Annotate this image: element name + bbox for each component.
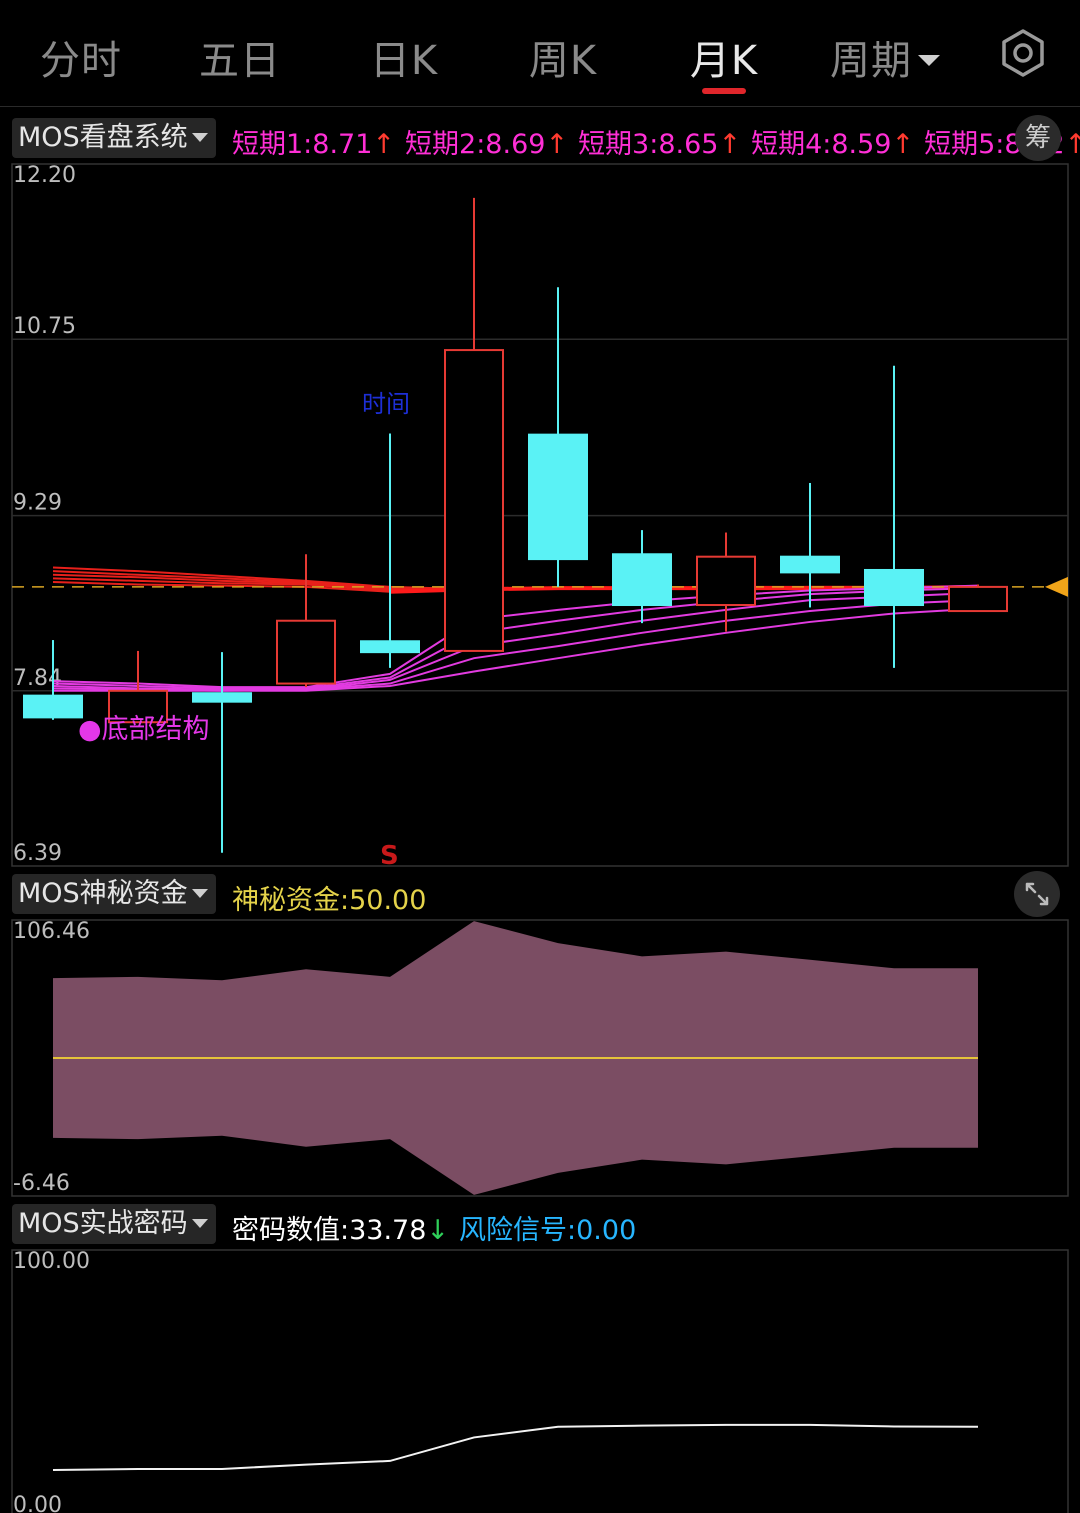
candle-body: [780, 555, 840, 574]
arrow-up-icon: ↑: [891, 129, 915, 160]
ma-line-短期3: [52, 591, 979, 691]
arrow-up-icon: ↑: [1064, 129, 1080, 160]
tab-period-dropdown[interactable]: 周期: [830, 28, 940, 86]
candle: [948, 584, 1008, 613]
legend-item: 短期3:8.65: [578, 129, 719, 160]
ma-line-短期2: [52, 587, 979, 690]
settings-icon[interactable]: [998, 28, 1048, 78]
candle-body: [528, 433, 588, 561]
y-tick-label: -6.46: [13, 1171, 70, 1196]
red-ma-line: [52, 577, 979, 592]
ma-line-短期1: [52, 584, 979, 689]
fund-chart-legend: 神秘资金:50.00: [232, 878, 438, 917]
y-tick-label: 7.84: [13, 666, 62, 691]
legend-item: 风险信号:0.00: [459, 1215, 637, 1246]
ma-line-短期4: [52, 599, 979, 692]
tab-five-day[interactable]: 五日: [199, 28, 281, 86]
y-tick-label: 6.39: [13, 841, 62, 866]
candle-body: [948, 585, 1008, 613]
candle-body: [23, 694, 83, 719]
y-tick-label: 9.29: [13, 491, 62, 516]
legend-item: 短期1:8.71: [232, 129, 373, 160]
tab-period-label: 周期: [830, 38, 912, 84]
indicator-name-main: MOS看盘系统: [18, 122, 188, 153]
red-ma-line: [52, 581, 979, 593]
code-value-line: [52, 1423, 979, 1472]
candle-body: [696, 555, 756, 607]
candle-body: [108, 689, 168, 724]
fund-area: [53, 921, 978, 1195]
tab-intraday[interactable]: 分时: [40, 28, 122, 86]
candle: [612, 530, 672, 624]
red-ma-line: [52, 570, 978, 590]
tab-monthly-k[interactable]: 月K: [690, 28, 758, 86]
red-ma-thick-line: [389, 584, 979, 594]
candle: [528, 287, 588, 587]
candle: [780, 482, 840, 608]
y-tick-label: 106.46: [13, 919, 90, 944]
code-chart-legend: 密码数值:33.78↓ 风险信号:0.00: [232, 1208, 648, 1247]
candle: [276, 554, 336, 688]
candle: [696, 532, 756, 632]
chevron-down-icon: [191, 132, 208, 142]
annotation-sell-signal: S: [380, 841, 399, 871]
current-price-marker-icon: [1045, 576, 1068, 597]
candle: [360, 433, 420, 668]
legend-item: 神秘资金:50.00: [232, 885, 427, 916]
candle: [108, 650, 168, 724]
legend-item: 短期2:8.69: [405, 129, 546, 160]
expand-icon: [1025, 882, 1049, 906]
arrow-up-icon: ↑: [372, 129, 396, 160]
red-ma-line: [52, 566, 978, 591]
candle: [192, 652, 252, 853]
code-chart-frame: [11, 1249, 1069, 1513]
legend-item: 短期4:8.59: [751, 129, 892, 160]
tab-daily-k[interactable]: 日K: [370, 28, 438, 86]
candle: [23, 640, 83, 720]
candle-body: [192, 692, 252, 703]
indicator-name-fund: MOS神秘资金: [18, 878, 188, 909]
candle-body: [612, 553, 672, 607]
chevron-down-icon: [191, 1218, 208, 1228]
period-tab-bar: 分时 五日 日K 周K 月K 周期: [0, 0, 1080, 107]
fund-chart-frame: [11, 919, 1069, 1197]
candle-body: [360, 640, 420, 654]
main-chart-frame: [11, 163, 1069, 867]
indicator-selector-fund[interactable]: MOS神秘资金: [12, 874, 216, 914]
indicator-selector-main[interactable]: MOS看盘系统: [12, 118, 216, 158]
candle-body: [276, 619, 336, 685]
indicator-name-code: MOS实战密码: [18, 1208, 188, 1239]
candle: [444, 197, 504, 652]
tab-weekly-k[interactable]: 周K: [529, 28, 597, 86]
chip-distribution-button[interactable]: 筹: [1015, 115, 1061, 161]
y-tick-label: 0.00: [13, 1493, 62, 1513]
red-ma-line: [52, 573, 978, 591]
candle-body: [864, 568, 924, 607]
arrow-down-icon: ↓: [426, 1215, 450, 1246]
chevron-down-icon: [191, 888, 208, 898]
y-tick-label: 12.20: [13, 163, 76, 188]
arrow-up-icon: ↑: [545, 129, 569, 160]
charts-canvas: 12.20 10.75 9.29 7.84 6.39 时间 ●底部结构 S 106.46 -6.…: [11, 163, 1069, 1513]
legend-item: 密码数值:33.78: [232, 1215, 427, 1246]
candle-body: [444, 349, 504, 652]
ma-line-短期5: [53, 607, 979, 692]
arrow-up-icon: ↑: [718, 129, 742, 160]
expand-button[interactable]: [1014, 871, 1060, 917]
annotation-time: 时间: [362, 390, 410, 418]
y-tick-label: 10.75: [13, 314, 76, 339]
annotation-bottom-structure: ●底部结构: [78, 714, 210, 745]
y-tick-label: 100.00: [13, 1249, 90, 1274]
indicator-selector-code[interactable]: MOS实战密码: [12, 1204, 216, 1244]
active-tab-indicator: [702, 88, 746, 94]
main-chart-legend: 短期1:8.71↑ 短期2:8.69↑ 短期3:8.65↑ 短期4:8.59↑ 短期5:…: [232, 122, 1080, 161]
candle: [864, 365, 924, 668]
chevron-down-icon: [918, 54, 940, 66]
